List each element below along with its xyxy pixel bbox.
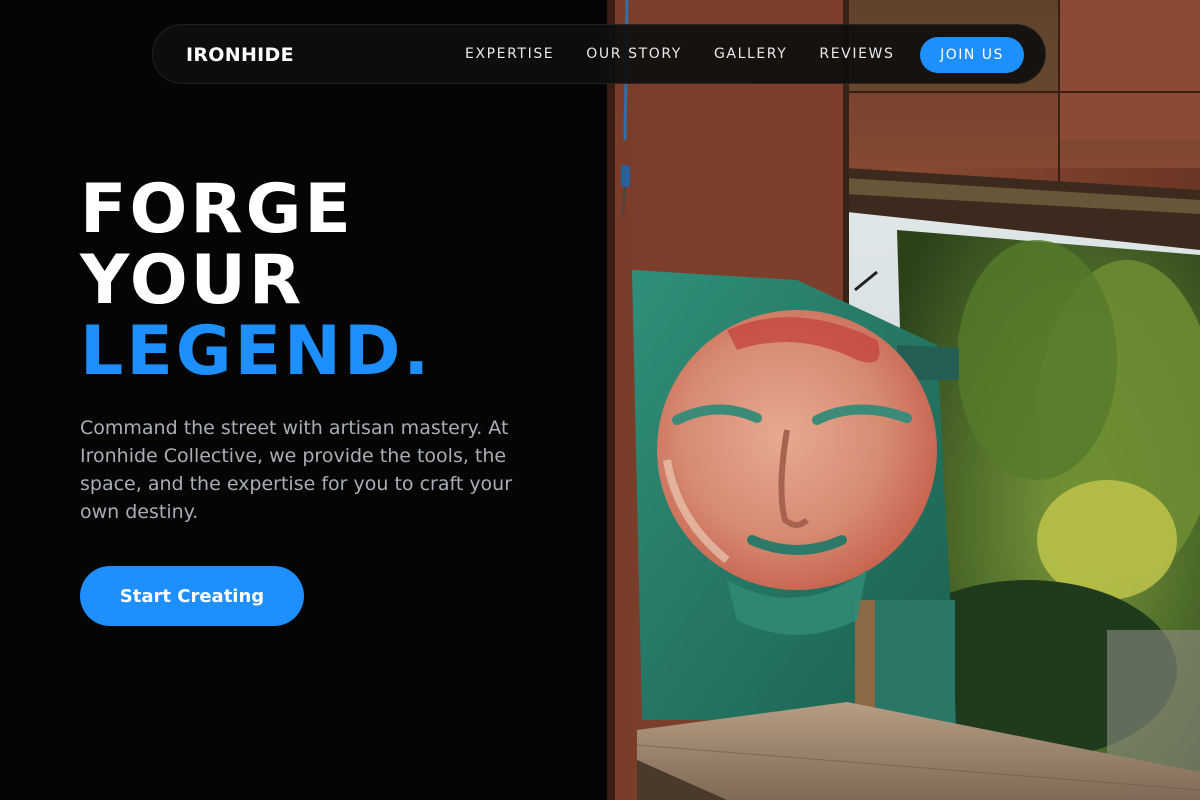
nav-link-gallery[interactable]: GALLERY xyxy=(714,46,787,62)
landing-page: IRONHIDE EXPERTISE OUR STORY GALLERY REV… xyxy=(0,0,1200,800)
hero-title-line-2: YOUR xyxy=(80,241,305,320)
hero-description: Command the street with artisan mastery.… xyxy=(80,417,513,523)
start-creating-button[interactable]: Start Creating xyxy=(80,566,304,626)
hero-image xyxy=(607,0,1200,800)
nav-links: EXPERTISE OUR STORY GALLERY REVIEWS xyxy=(465,25,926,83)
nav-link-expertise[interactable]: EXPERTISE xyxy=(465,46,554,62)
nav-link-our-story[interactable]: OUR STORY xyxy=(586,46,682,62)
nav-link-reviews[interactable]: REVIEWS xyxy=(819,46,894,62)
join-us-button[interactable]: JOIN US xyxy=(920,37,1024,73)
hero-title-accent: LEGEND. xyxy=(80,312,433,391)
hero-title: FORGE YOUR LEGEND. xyxy=(80,174,432,387)
main-nav: IRONHIDE EXPERTISE OUR STORY GALLERY REV… xyxy=(152,24,1046,84)
brand-logo[interactable]: IRONHIDE xyxy=(186,44,294,66)
hero-title-line-1: FORGE xyxy=(80,170,354,249)
